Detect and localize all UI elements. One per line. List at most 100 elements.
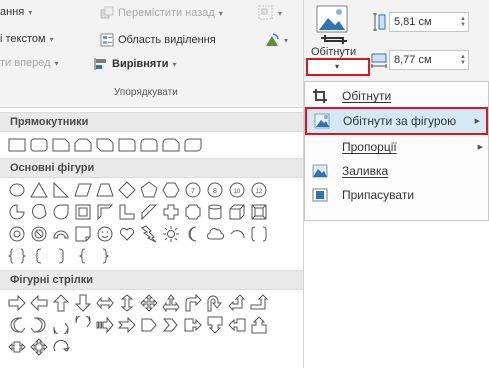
bevel-shape-icon[interactable]	[250, 203, 268, 221]
l-shape-icon[interactable]	[118, 203, 136, 221]
curved-left-arrow-shape-icon[interactable]	[30, 316, 48, 334]
right-arrow-shape-icon[interactable]	[8, 294, 26, 312]
frame-shape-icon[interactable]	[74, 203, 92, 221]
octagon-shape-icon[interactable]: 8	[206, 181, 224, 199]
snip-diagonal-rectangle-shape-icon[interactable]	[96, 136, 114, 154]
curved-down-arrow-shape-icon[interactable]	[74, 316, 92, 334]
left-arrow-callout-shape-icon[interactable]	[228, 316, 246, 334]
up-down-arrow-shape-icon[interactable]	[118, 294, 136, 312]
oval-shape-icon[interactable]	[8, 181, 26, 199]
down-arrow-callout-shape-icon[interactable]	[206, 316, 224, 334]
lightning-bolt-shape-icon[interactable]	[140, 225, 158, 243]
half-frame-shape-icon[interactable]	[96, 203, 114, 221]
left-arrow-shape-icon[interactable]	[30, 294, 48, 312]
left-right-arrow-callout-shape-icon[interactable]	[8, 338, 26, 356]
menu-item-crop[interactable]: Обітнути	[304, 84, 489, 108]
pentagon-arrow-shape-icon[interactable]	[140, 316, 158, 334]
hexagon-shape-icon[interactable]	[162, 181, 180, 199]
chevron-down-icon: ▾	[28, 7, 33, 17]
snip-rectangle-shape-icon[interactable]	[52, 136, 70, 154]
double-brace-shape-icon[interactable]	[8, 247, 26, 265]
selection-pane-button[interactable]: Область виділення	[100, 33, 216, 47]
striped-right-arrow-shape-icon[interactable]	[96, 316, 114, 334]
decagon-shape-icon[interactable]: 10	[228, 181, 246, 199]
right-arrow-callout-shape-icon[interactable]	[184, 316, 202, 334]
send-backward-button[interactable]: Перемістити назад ▾	[100, 6, 223, 20]
stepper-arrows-icon[interactable]: ▲ ▼	[458, 54, 468, 66]
height-stepper[interactable]: 5,81 см ▲ ▼	[389, 12, 469, 32]
round-corner-rectangle-shape-icon[interactable]	[118, 136, 136, 154]
curved-right-arrow-shape-icon[interactable]	[8, 316, 26, 334]
moon-shape-icon[interactable]	[184, 225, 202, 243]
bring-forward-button[interactable]: ти вперед ▾	[0, 57, 59, 69]
cross-shape-icon[interactable]	[162, 203, 180, 221]
quad-arrow-callout-shape-icon[interactable]	[30, 338, 48, 356]
parallelogram-shape-icon[interactable]	[74, 181, 92, 199]
curved-up-arrow-shape-icon[interactable]	[52, 316, 70, 334]
can-shape-icon[interactable]	[206, 203, 224, 221]
menu-item-fill[interactable]: Заливка	[304, 159, 489, 183]
svg-text:8: 8	[213, 188, 217, 195]
right-triangle-shape-icon[interactable]	[52, 181, 70, 199]
left-right-up-arrow-shape-icon[interactable]	[162, 294, 180, 312]
cube-shape-icon[interactable]	[228, 203, 246, 221]
quad-arrow-shape-icon[interactable]	[140, 294, 158, 312]
right-bracket-shape-icon[interactable]	[52, 247, 70, 265]
down-arrow-shape-icon[interactable]	[74, 294, 92, 312]
group-button[interactable]: ▾	[258, 5, 282, 21]
chord-shape-icon[interactable]	[30, 203, 48, 221]
stepper-arrows-icon[interactable]: ▲ ▼	[458, 16, 468, 28]
round-snip-rectangle-shape-icon[interactable]	[162, 136, 180, 154]
triangle-shape-icon[interactable]	[30, 181, 48, 199]
chevron-shape-icon[interactable]	[162, 316, 180, 334]
snip-both-rectangle-shape-icon[interactable]	[74, 136, 92, 154]
arc-shape-icon[interactable]	[228, 225, 246, 243]
menu-item-crop-to-shape[interactable]: Обітнути за фігурою ▶	[305, 107, 488, 135]
crop-button-label[interactable]: Обітнути	[311, 46, 356, 58]
rectangle-shape-icon[interactable]	[8, 136, 26, 154]
heptagon-shape-icon[interactable]: 7	[184, 181, 202, 199]
folded-corner-shape-icon[interactable]	[74, 225, 92, 243]
left-brace-shape-icon[interactable]	[74, 247, 92, 265]
smiley-face-shape-icon[interactable]	[96, 225, 114, 243]
no-symbol-shape-icon[interactable]	[30, 225, 48, 243]
crop-icon[interactable]	[311, 3, 353, 45]
teardrop-shape-icon[interactable]	[52, 203, 70, 221]
wrap-text-button[interactable]: і текстом ▾	[0, 33, 54, 45]
right-brace-shape-icon[interactable]	[96, 247, 114, 265]
pie-shape-icon[interactable]	[8, 203, 26, 221]
menu-item-fit[interactable]: Припасувати	[304, 183, 489, 207]
sun-shape-icon[interactable]	[162, 225, 180, 243]
diagonal-stripe-shape-icon[interactable]	[140, 203, 158, 221]
cloud-shape-icon[interactable]	[206, 225, 224, 243]
ribbon-item-wrap[interactable]: ання ▾	[0, 6, 32, 18]
rotate-icon	[266, 33, 279, 46]
rounded-rectangle-shape-icon[interactable]	[30, 136, 48, 154]
up-arrow-callout-shape-icon[interactable]	[250, 316, 268, 334]
double-bracket-shape-icon[interactable]	[250, 225, 268, 243]
left-bracket-shape-icon[interactable]	[30, 247, 48, 265]
round-both-rectangle-shape-icon[interactable]	[140, 136, 158, 154]
rotate-button[interactable]: ▾	[264, 32, 288, 48]
u-turn-arrow-shape-icon[interactable]	[206, 294, 224, 312]
trapezoid-shape-icon[interactable]	[96, 181, 114, 199]
notched-right-arrow-shape-icon[interactable]	[118, 316, 136, 334]
bent-arrow-shape-icon[interactable]	[184, 294, 202, 312]
diamond-shape-icon[interactable]	[118, 181, 136, 199]
up-arrow-shape-icon[interactable]	[52, 294, 70, 312]
bent-up-arrow-shape-icon[interactable]	[250, 294, 268, 312]
heart-shape-icon[interactable]	[118, 225, 136, 243]
left-right-arrow-shape-icon[interactable]	[96, 294, 114, 312]
block-arc-shape-icon[interactable]	[52, 225, 70, 243]
dodecagon-shape-icon[interactable]: 12	[250, 181, 268, 199]
donut-shape-icon[interactable]	[8, 225, 26, 243]
round-diagonal-rectangle-shape-icon[interactable]	[184, 136, 202, 154]
pentagon-shape-icon[interactable]	[140, 181, 158, 199]
left-up-arrow-shape-icon[interactable]	[228, 294, 246, 312]
menu-item-aspect-ratio[interactable]: Пропорції ▶	[304, 135, 489, 159]
width-stepper[interactable]: 8,77 см ▲ ▼	[389, 50, 469, 70]
align-button[interactable]: Вирівняти ▾	[94, 57, 176, 71]
crop-dropdown-button[interactable]: ▾	[306, 58, 370, 76]
circular-arrow-shape-icon[interactable]	[52, 338, 70, 356]
plaque-shape-icon[interactable]	[184, 203, 202, 221]
